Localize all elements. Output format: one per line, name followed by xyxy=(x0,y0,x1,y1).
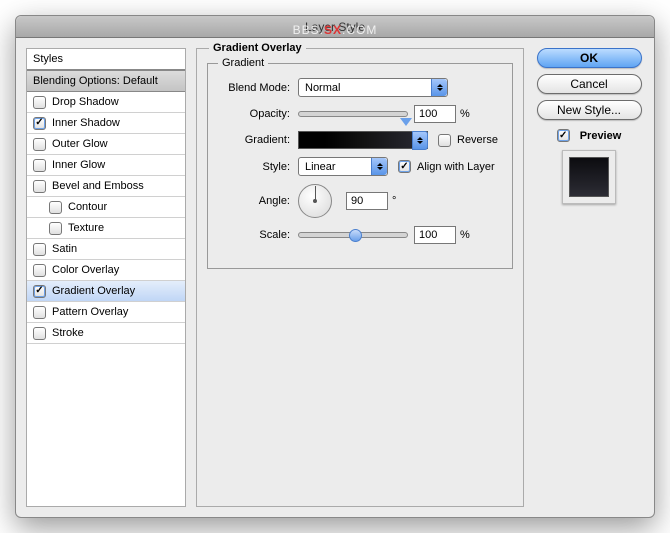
ok-button[interactable]: OK xyxy=(537,48,642,68)
checkbox-icon[interactable] xyxy=(33,117,46,130)
dropdown-icon[interactable] xyxy=(412,131,428,150)
checkbox-icon[interactable] xyxy=(33,327,46,340)
angle-dial[interactable] xyxy=(298,184,332,218)
checkbox-icon[interactable] xyxy=(33,285,46,298)
slider-thumb-icon[interactable] xyxy=(400,118,412,126)
scale-unit: % xyxy=(460,229,470,241)
style-label: Pattern Overlay xyxy=(52,306,128,318)
opacity-slider[interactable] xyxy=(298,111,408,117)
angle-input[interactable] xyxy=(346,192,388,210)
preview-checkbox[interactable] xyxy=(557,129,570,142)
gradient-label: Gradient: xyxy=(218,134,298,146)
scale-input[interactable] xyxy=(414,226,456,244)
blend-mode-value: Normal xyxy=(299,82,431,94)
checkbox-icon[interactable] xyxy=(33,264,46,277)
scale-label: Scale: xyxy=(218,229,298,241)
style-bevel-emboss[interactable]: Bevel and Emboss xyxy=(27,176,185,197)
updown-icon xyxy=(431,79,447,96)
style-color-overlay[interactable]: Color Overlay xyxy=(27,260,185,281)
opacity-input[interactable] xyxy=(414,105,456,123)
reverse-checkbox[interactable] xyxy=(438,134,451,147)
style-texture[interactable]: Texture xyxy=(27,218,185,239)
cancel-button[interactable]: Cancel xyxy=(537,74,642,94)
gradient-picker[interactable] xyxy=(298,131,428,149)
slider-thumb-icon[interactable] xyxy=(349,229,362,242)
style-label: Stroke xyxy=(52,327,84,339)
style-label: Gradient Overlay xyxy=(52,285,135,297)
inner-group-title: Gradient xyxy=(218,57,268,69)
needle-icon xyxy=(315,186,316,201)
style-contour[interactable]: Contour xyxy=(27,197,185,218)
style-label: Bevel and Emboss xyxy=(52,180,144,192)
gradient-group: Gradient Blend Mode: Normal Opacity: % xyxy=(207,63,513,269)
style-stroke[interactable]: Stroke xyxy=(27,323,185,344)
layer-style-dialog: Layer Style BBS.SX.COM Styles Blending O… xyxy=(15,15,655,518)
align-label: Align with Layer xyxy=(417,161,495,173)
angle-unit: ° xyxy=(392,195,396,207)
style-label: Drop Shadow xyxy=(52,96,119,108)
checkbox-icon[interactable] xyxy=(33,306,46,319)
style-label: Color Overlay xyxy=(52,264,119,276)
style-label: Contour xyxy=(68,201,107,213)
checkbox-icon[interactable] xyxy=(33,243,46,256)
style-outer-glow[interactable]: Outer Glow xyxy=(27,134,185,155)
style-select-label: Style: xyxy=(218,161,298,173)
styles-header[interactable]: Styles xyxy=(27,49,185,70)
style-label: Texture xyxy=(68,222,104,234)
style-inner-glow[interactable]: Inner Glow xyxy=(27,155,185,176)
scale-slider[interactable] xyxy=(298,232,408,238)
style-gradient-overlay[interactable]: Gradient Overlay xyxy=(27,281,185,302)
settings-panel: Gradient Overlay Gradient Blend Mode: No… xyxy=(196,48,524,507)
angle-label: Angle: xyxy=(218,195,298,207)
opacity-unit: % xyxy=(460,108,470,120)
style-value: Linear xyxy=(299,161,371,173)
window-title: Layer Style xyxy=(305,20,365,34)
group-title: Gradient Overlay xyxy=(209,42,306,54)
style-inner-shadow[interactable]: Inner Shadow xyxy=(27,113,185,134)
checkbox-icon[interactable] xyxy=(49,222,62,235)
style-satin[interactable]: Satin xyxy=(27,239,185,260)
style-label: Inner Glow xyxy=(52,159,105,171)
checkbox-icon[interactable] xyxy=(33,159,46,172)
blend-mode-label: Blend Mode: xyxy=(218,82,298,94)
reverse-label: Reverse xyxy=(457,134,498,146)
updown-icon xyxy=(371,158,387,175)
style-label: Outer Glow xyxy=(52,138,108,150)
style-pattern-overlay[interactable]: Pattern Overlay xyxy=(27,302,185,323)
style-select[interactable]: Linear xyxy=(298,157,388,176)
right-panel: OK Cancel New Style... Preview xyxy=(534,48,644,507)
align-checkbox[interactable] xyxy=(398,160,411,173)
blending-options[interactable]: Blending Options: Default xyxy=(27,70,185,92)
checkbox-icon[interactable] xyxy=(33,138,46,151)
checkbox-icon[interactable] xyxy=(33,96,46,109)
titlebar: Layer Style BBS.SX.COM xyxy=(16,16,654,38)
new-style-button[interactable]: New Style... xyxy=(537,100,642,120)
styles-list: Styles Blending Options: Default Drop Sh… xyxy=(26,48,186,507)
blend-mode-select[interactable]: Normal xyxy=(298,78,448,97)
checkbox-icon[interactable] xyxy=(33,180,46,193)
style-drop-shadow[interactable]: Drop Shadow xyxy=(27,92,185,113)
preview-thumb xyxy=(569,157,609,197)
style-label: Satin xyxy=(52,243,77,255)
style-label: Inner Shadow xyxy=(52,117,120,129)
preview-swatch xyxy=(562,150,616,204)
checkbox-icon[interactable] xyxy=(49,201,62,214)
preview-label: Preview xyxy=(580,130,622,142)
opacity-label: Opacity: xyxy=(218,108,298,120)
